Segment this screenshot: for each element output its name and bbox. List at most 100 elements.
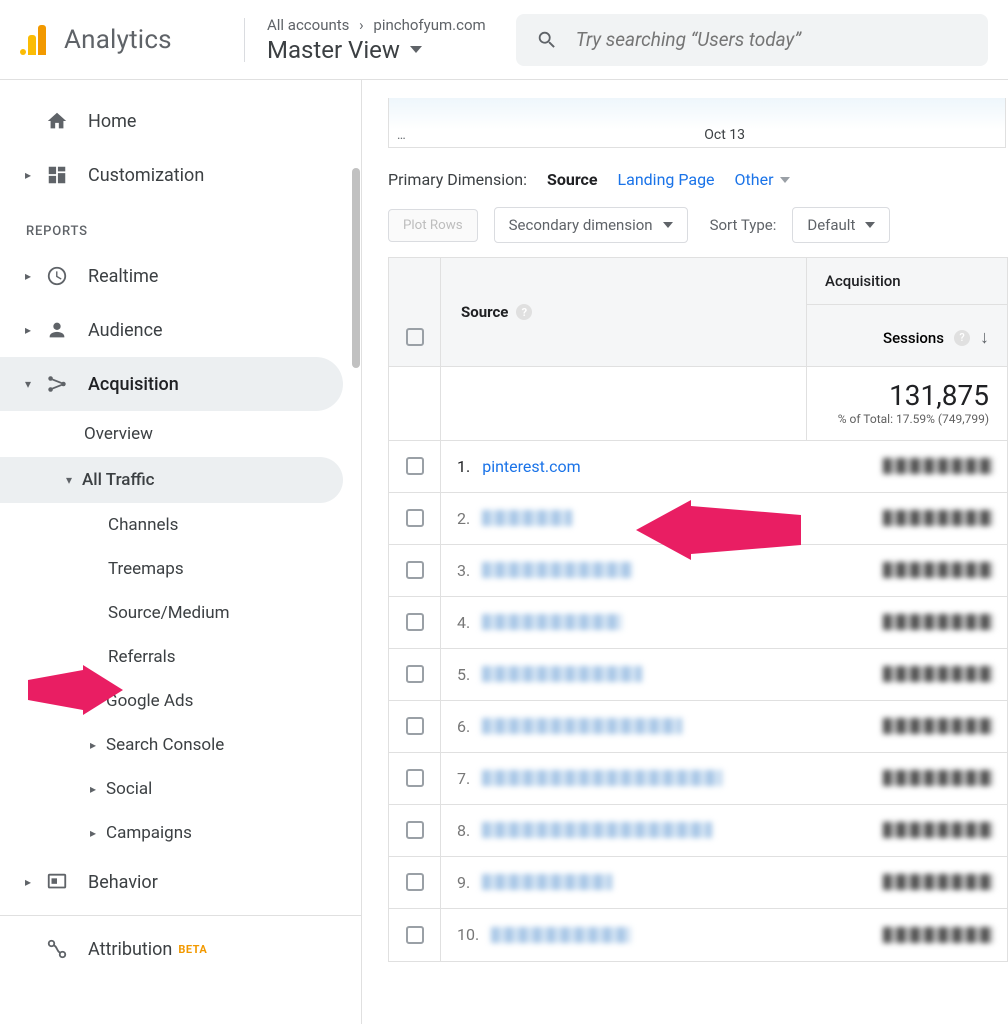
other-label: Other — [735, 170, 774, 189]
row-checkbox[interactable] — [406, 717, 424, 735]
redacted-source — [482, 614, 622, 630]
acq-search-console[interactable]: Search Console — [0, 723, 361, 767]
row-checkbox[interactable] — [406, 665, 424, 683]
secondary-dimension-dropdown[interactable]: Secondary dimension — [494, 207, 688, 243]
sidebar: Home ▸ Customization REPORTS ▸ Realtime … — [0, 80, 362, 1024]
redacted-source — [482, 718, 682, 734]
sort-type-label: Sort Type: — [710, 216, 777, 234]
row-checkbox[interactable] — [406, 613, 424, 631]
sidebar-item-realtime[interactable]: ▸ Realtime — [0, 249, 361, 303]
breadcrumb: All accounts › pinchofyum.com — [267, 16, 486, 34]
sidebar-item-behavior[interactable]: ▸ Behavior — [0, 855, 361, 909]
row-index: 4. — [457, 613, 470, 632]
chevron-down-icon — [410, 46, 422, 53]
acq-treemaps[interactable]: Treemaps — [0, 547, 361, 591]
main-content: … Oct 13 Primary Dimension: Source Landi… — [362, 80, 1008, 1024]
primary-dimension-label: Primary Dimension: — [388, 170, 527, 189]
row-checkbox[interactable] — [406, 457, 424, 475]
row-index: 1. — [457, 457, 470, 476]
total-sessions: 131,875 — [825, 379, 989, 412]
table-row: 8. — [389, 805, 1007, 857]
sidebar-item-audience[interactable]: ▸ Audience — [0, 303, 361, 357]
redacted-source — [482, 666, 642, 682]
view-name-dropdown[interactable]: Master View — [267, 36, 486, 64]
sidebar-label: Behavior — [88, 872, 158, 893]
divider — [0, 915, 361, 916]
table-row: 6. — [389, 701, 1007, 753]
primary-dimension-other[interactable]: Other — [735, 170, 790, 189]
help-icon[interactable]: ? — [954, 330, 970, 346]
table-row: 4. — [389, 597, 1007, 649]
attribution-icon — [42, 934, 72, 964]
redacted-value — [883, 927, 993, 943]
sidebar-item-attribution[interactable]: Attribution BETA — [0, 922, 361, 976]
redacted-value — [883, 822, 993, 838]
sort-type-dropdown[interactable]: Default — [792, 207, 890, 243]
source-link[interactable]: pinterest.com — [482, 457, 580, 476]
plot-rows-button[interactable]: Plot Rows — [388, 209, 478, 242]
column-sessions-header[interactable]: Sessions ? ↓ — [807, 305, 1007, 366]
sidebar-label: Acquisition — [88, 374, 179, 395]
sidebar-item-acquisition[interactable]: ▾ Acquisition — [0, 357, 343, 411]
person-icon — [42, 315, 72, 345]
scrollbar-thumb[interactable] — [352, 168, 360, 368]
chevron-down-icon — [780, 177, 790, 183]
row-checkbox[interactable] — [406, 769, 424, 787]
sidebar-label: Attribution — [88, 939, 172, 960]
acq-google-ads[interactable]: Google Ads — [0, 679, 361, 723]
acq-social[interactable]: Social — [0, 767, 361, 811]
row-checkbox[interactable] — [406, 509, 424, 527]
sidebar-item-customization[interactable]: ▸ Customization — [0, 148, 361, 202]
secondary-dimension-label: Secondary dimension — [509, 216, 653, 234]
acq-source-medium[interactable]: Source/Medium — [0, 591, 361, 635]
redacted-value — [883, 562, 993, 578]
clock-icon — [42, 261, 72, 291]
search-box[interactable] — [516, 14, 988, 66]
total-percent: % of Total: 17.59% (749,799) — [825, 412, 989, 428]
table-row: 7. — [389, 753, 1007, 805]
row-index: 6. — [457, 717, 470, 736]
row-index: 7. — [457, 769, 470, 788]
app-header: Analytics All accounts › pinchofyum.com … — [0, 0, 1008, 80]
chart-preview[interactable]: … Oct 13 — [388, 98, 1006, 148]
expand-icon: ▸ — [20, 323, 36, 337]
breadcrumb-accounts: All accounts — [267, 16, 349, 34]
home-icon — [42, 106, 72, 136]
search-input[interactable] — [576, 28, 968, 51]
row-index: 2. — [457, 509, 470, 528]
table-row: 1. pinterest.com — [389, 441, 1007, 493]
redacted-value — [883, 458, 993, 474]
table-row: 2. — [389, 493, 1007, 545]
row-index: 10. — [457, 925, 479, 944]
brand-name: Analytics — [64, 25, 172, 55]
acq-all-traffic[interactable]: All Traffic — [0, 457, 343, 503]
select-all-checkbox[interactable] — [406, 328, 424, 346]
row-checkbox[interactable] — [406, 561, 424, 579]
sidebar-label: Home — [88, 111, 136, 132]
column-source-header[interactable]: Source ? — [461, 303, 532, 321]
row-checkbox[interactable] — [406, 926, 424, 944]
row-checkbox[interactable] — [406, 821, 424, 839]
acq-overview[interactable]: Overview — [0, 411, 361, 457]
table-summary-row: 131,875 % of Total: 17.59% (749,799) — [389, 367, 1007, 441]
redacted-value — [883, 614, 993, 630]
table-row: 10. — [389, 909, 1007, 961]
logo-group: Analytics — [20, 25, 238, 55]
help-icon[interactable]: ? — [516, 304, 532, 320]
reports-section-label: REPORTS — [0, 202, 361, 249]
primary-dimension-landing[interactable]: Landing Page — [618, 170, 715, 189]
sidebar-item-home[interactable]: Home — [0, 94, 361, 148]
collapse-icon: ▾ — [20, 377, 36, 391]
sidebar-label: Customization — [88, 165, 204, 186]
primary-dimension-current[interactable]: Source — [547, 170, 598, 189]
expand-icon: ▸ — [20, 168, 36, 182]
beta-badge: BETA — [178, 943, 207, 956]
acq-referrals[interactable]: Referrals — [0, 635, 361, 679]
acq-campaigns[interactable]: Campaigns — [0, 811, 361, 855]
row-checkbox[interactable] — [406, 873, 424, 891]
column-group-acquisition: Acquisition — [807, 258, 1007, 305]
chevron-right-icon: › — [359, 16, 364, 34]
row-index: 8. — [457, 821, 470, 840]
acq-channels[interactable]: Channels — [0, 503, 361, 547]
view-selector[interactable]: All accounts › pinchofyum.com Master Vie… — [267, 16, 486, 64]
